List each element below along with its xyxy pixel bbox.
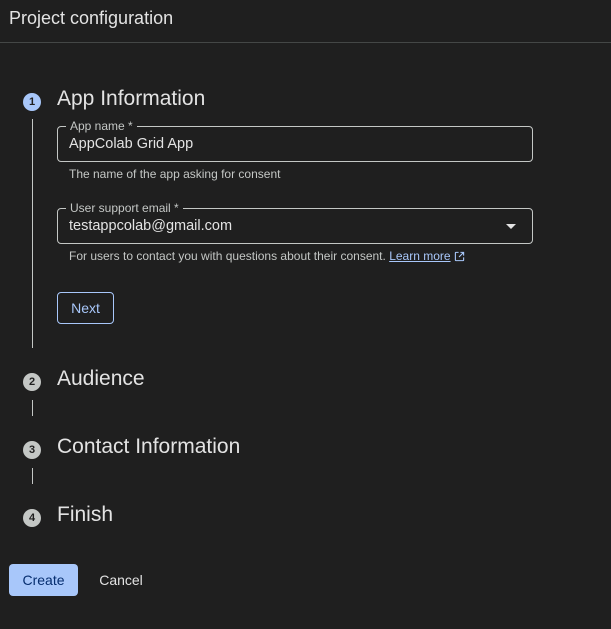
step-3-indicator: 3 bbox=[23, 441, 41, 459]
step-3-connector bbox=[32, 468, 33, 484]
page-title: Project configuration bbox=[9, 8, 174, 28]
app-name-label: App name * bbox=[66, 118, 137, 134]
page-header: Project configuration bbox=[0, 0, 611, 43]
step-4-indicator: 4 bbox=[23, 509, 41, 527]
learn-more-label: Learn more bbox=[389, 249, 451, 263]
step-1-indicator: 1 bbox=[23, 93, 41, 111]
support-email-helper: For users to contact you with questions … bbox=[69, 249, 465, 265]
cancel-button[interactable]: Cancel bbox=[88, 564, 154, 596]
support-email-helper-text: For users to contact you with questions … bbox=[69, 249, 386, 263]
app-name-value: AppColab Grid App bbox=[69, 136, 194, 152]
step-2-indicator: 2 bbox=[23, 373, 41, 391]
dropdown-arrow-icon[interactable] bbox=[506, 224, 516, 229]
step-2-connector bbox=[32, 400, 33, 416]
open-in-new-icon bbox=[454, 251, 465, 265]
step-1-title: App Information bbox=[57, 87, 206, 110]
step-3-title[interactable]: Contact Information bbox=[57, 435, 240, 459]
support-email-select[interactable]: User support email * testappcolab@gmail.… bbox=[57, 200, 533, 244]
app-name-helper: The name of the app asking for consent bbox=[69, 167, 281, 181]
support-email-label: User support email * bbox=[66, 200, 183, 216]
step-4-title[interactable]: Finish bbox=[57, 503, 113, 527]
support-email-value: testappcolab@gmail.com bbox=[69, 218, 233, 234]
create-button[interactable]: Create bbox=[9, 564, 78, 596]
app-name-field[interactable]: App name * AppColab Grid App bbox=[57, 118, 533, 162]
learn-more-link[interactable]: Learn more bbox=[389, 249, 464, 263]
step-1-connector bbox=[32, 119, 33, 348]
step-2-title[interactable]: Audience bbox=[57, 367, 145, 391]
next-button[interactable]: Next bbox=[57, 292, 114, 324]
